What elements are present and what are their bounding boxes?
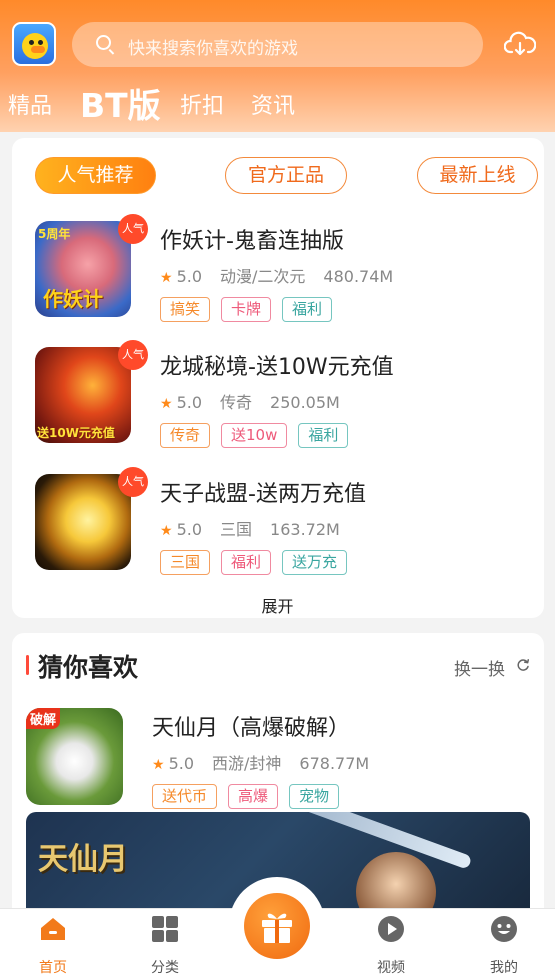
game-title[interactable]: 天仙月（高爆破解） bbox=[152, 710, 350, 742]
search-bar[interactable]: 快来搜索你喜欢的游戏 bbox=[72, 22, 483, 67]
game-rating: 5.0 bbox=[168, 754, 195, 773]
tab-zixun[interactable]: 资讯 bbox=[251, 88, 295, 120]
nav-mine[interactable]: 我的 bbox=[464, 909, 544, 975]
game-title[interactable]: 作妖计-鬼畜连抽版 bbox=[160, 223, 344, 255]
game-item[interactable]: 人气 天子战盟-送两万充值 ★ 5.0 三国 163.72M 三国 福利 送万充 bbox=[0, 467, 555, 584]
game-meta: ★ 5.0 传奇 250.05M bbox=[160, 389, 340, 413]
nav-video[interactable]: 视频 bbox=[351, 909, 431, 975]
tag: 传奇 bbox=[160, 423, 211, 448]
tag: 福利 bbox=[221, 550, 272, 575]
game-thumbnail[interactable] bbox=[35, 474, 131, 570]
hot-badge: 人气 bbox=[118, 340, 148, 370]
play-icon bbox=[378, 916, 404, 942]
gift-icon bbox=[262, 913, 292, 943]
hot-badge: 人气 bbox=[118, 467, 148, 497]
thumb-title: 送10W元充值 bbox=[37, 426, 115, 440]
tag: 送代币 bbox=[152, 784, 218, 809]
star-icon: ★ bbox=[160, 270, 173, 286]
filter-newest[interactable]: 最新上线 bbox=[417, 157, 538, 194]
tag-list: 搞笑 卡牌 福利 bbox=[160, 297, 343, 323]
game-size: 250.05M bbox=[270, 393, 340, 412]
nav-label: 首页 bbox=[39, 960, 67, 975]
tag: 宠物 bbox=[289, 784, 340, 809]
filter-official[interactable]: 官方正品 bbox=[225, 157, 347, 194]
game-meta: ★ 5.0 西游/封神 678.77M bbox=[152, 750, 369, 774]
tab-jingpin[interactable]: 精品 bbox=[8, 88, 52, 120]
game-genre: 西游/封神 bbox=[212, 754, 282, 773]
banner-logo: 天仙月 bbox=[38, 842, 128, 877]
game-size: 480.74M bbox=[323, 267, 394, 286]
tag: 送万充 bbox=[282, 550, 348, 575]
hot-badge: 人气 bbox=[118, 214, 148, 244]
search-icon bbox=[96, 35, 111, 50]
crack-label: 破解 bbox=[26, 708, 61, 729]
nav-category[interactable]: 分类 bbox=[125, 909, 205, 975]
game-meta: ★ 5.0 动漫/二次元 480.74M bbox=[160, 263, 393, 287]
tag-list: 三国 福利 送万充 bbox=[160, 550, 358, 576]
tag: 送10w bbox=[221, 423, 288, 448]
nav-label: 我的 bbox=[490, 960, 518, 975]
expand-button[interactable]: 展开 bbox=[0, 593, 555, 617]
filter-popular[interactable]: 人气推荐 bbox=[35, 157, 156, 194]
nav-home[interactable]: 首页 bbox=[13, 909, 93, 975]
app-logo[interactable] bbox=[12, 22, 56, 66]
star-icon: ★ bbox=[160, 396, 173, 412]
game-genre: 三国 bbox=[220, 520, 253, 539]
game-item[interactable]: 送10W元充值 人气 龙城秘境-送10W元充值 ★ 5.0 传奇 250.05M 传奇… bbox=[0, 340, 555, 457]
tag-list: 传奇 送10w 福利 bbox=[160, 423, 359, 449]
game-size: 678.77M bbox=[299, 754, 370, 773]
nav-label: 视频 bbox=[377, 960, 405, 975]
grid-icon bbox=[152, 916, 178, 942]
game-thumbnail[interactable]: 送10W元充值 bbox=[35, 347, 131, 443]
cloud-download-icon[interactable] bbox=[504, 30, 536, 58]
star-icon: ★ bbox=[160, 523, 173, 539]
home-icon bbox=[41, 918, 65, 940]
thumb-title: 作妖计 bbox=[43, 287, 103, 311]
tag: 高爆 bbox=[228, 784, 279, 809]
refresh-button[interactable]: 换一换 bbox=[454, 655, 505, 680]
anniversary-label: 5周年 bbox=[38, 227, 71, 241]
tag: 搞笑 bbox=[160, 297, 211, 322]
game-title[interactable]: 天子战盟-送两万充值 bbox=[160, 476, 366, 508]
tag: 福利 bbox=[282, 297, 333, 322]
refresh-icon[interactable] bbox=[516, 658, 530, 672]
search-placeholder: 快来搜索你喜欢的游戏 bbox=[128, 39, 298, 59]
star-icon: ★ bbox=[152, 757, 165, 773]
top-header: 快来搜索你喜欢的游戏 精品 BT版 折扣 资讯 bbox=[0, 0, 555, 132]
smiley-icon bbox=[491, 916, 517, 942]
tab-zhekou[interactable]: 折扣 bbox=[180, 88, 224, 120]
game-meta: ★ 5.0 三国 163.72M bbox=[160, 516, 340, 540]
game-item[interactable]: 5周年 作妖计 人气 作妖计-鬼畜连抽版 ★ 5.0 动漫/二次元 480.74M 搞… bbox=[0, 214, 555, 331]
game-title[interactable]: 龙城秘境-送10W元充值 bbox=[160, 349, 394, 381]
tab-bt[interactable]: BT版 bbox=[80, 79, 161, 127]
game-thumbnail[interactable]: 破解 bbox=[26, 708, 123, 805]
game-rating: 5.0 bbox=[176, 267, 203, 286]
game-genre: 动漫/二次元 bbox=[220, 267, 306, 286]
tag-list: 送代币 高爆 宠物 bbox=[152, 784, 350, 810]
nav-label: 分类 bbox=[151, 960, 179, 975]
game-item[interactable]: 破解 天仙月（高爆破解） ★ 5.0 西游/封神 678.77M 送代币 高爆 宠物 bbox=[0, 708, 555, 818]
game-thumbnail[interactable]: 5周年 作妖计 bbox=[35, 221, 131, 317]
tag: 三国 bbox=[160, 550, 211, 575]
tag: 福利 bbox=[298, 423, 349, 448]
section-accent-bar bbox=[26, 655, 29, 675]
duck-icon bbox=[22, 33, 48, 59]
game-size: 163.72M bbox=[270, 520, 340, 539]
gift-button[interactable] bbox=[244, 893, 310, 959]
game-genre: 传奇 bbox=[220, 393, 253, 412]
tag: 卡牌 bbox=[221, 297, 272, 322]
section-title: 猜你喜欢 bbox=[38, 653, 139, 682]
game-rating: 5.0 bbox=[176, 520, 203, 539]
game-rating: 5.0 bbox=[176, 393, 203, 412]
